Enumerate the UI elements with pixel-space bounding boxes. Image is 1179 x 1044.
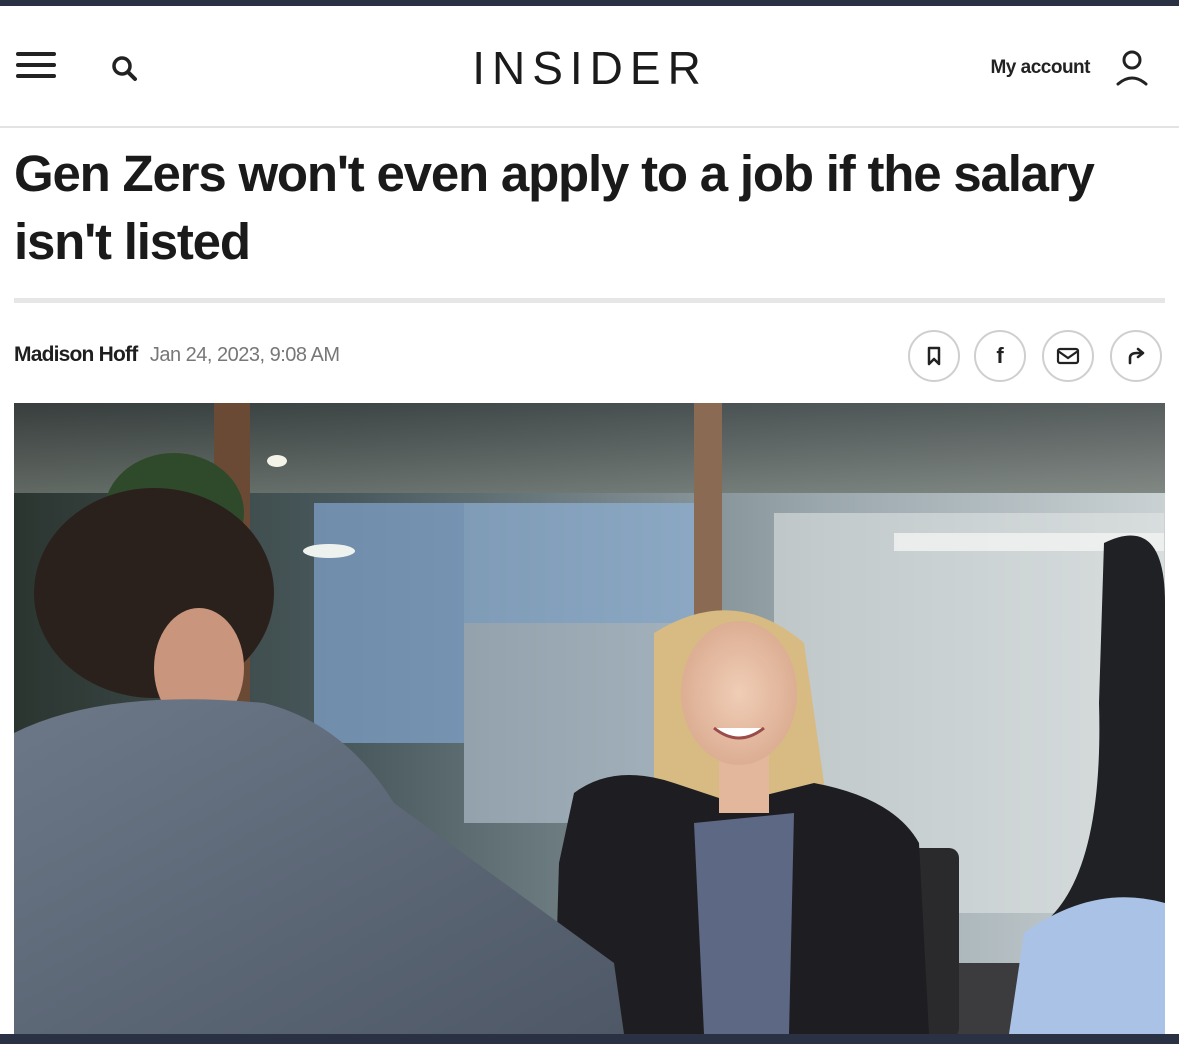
window-frame-bottom bbox=[0, 1034, 1179, 1044]
facebook-label: f bbox=[996, 343, 1004, 368]
hamburger-menu-icon[interactable] bbox=[14, 48, 60, 84]
publish-date: Jan 24, 2023, 9:08 AM bbox=[149, 344, 340, 366]
user-icon[interactable] bbox=[1112, 46, 1152, 90]
search-icon[interactable] bbox=[108, 52, 142, 86]
email-icon[interactable] bbox=[1042, 330, 1094, 382]
facebook-icon[interactable]: f bbox=[974, 330, 1026, 382]
article-headline: Gen Zers won't even apply to a job if th… bbox=[14, 145, 1095, 270]
headline-divider bbox=[14, 298, 1165, 303]
bookmark-icon[interactable] bbox=[908, 330, 960, 382]
site-logo[interactable]: INSIDER bbox=[440, 40, 740, 96]
byline: Madison Hoff Jan 24, 2023, 9:08 AM bbox=[14, 340, 340, 370]
my-account-link[interactable]: My account bbox=[960, 52, 1090, 84]
hero-image bbox=[14, 403, 1165, 1034]
site-header: INSIDER My account bbox=[0, 6, 1179, 126]
header-divider bbox=[0, 126, 1179, 128]
share-arrow-icon[interactable] bbox=[1110, 330, 1162, 382]
author-name[interactable]: Madison Hoff bbox=[14, 343, 138, 366]
